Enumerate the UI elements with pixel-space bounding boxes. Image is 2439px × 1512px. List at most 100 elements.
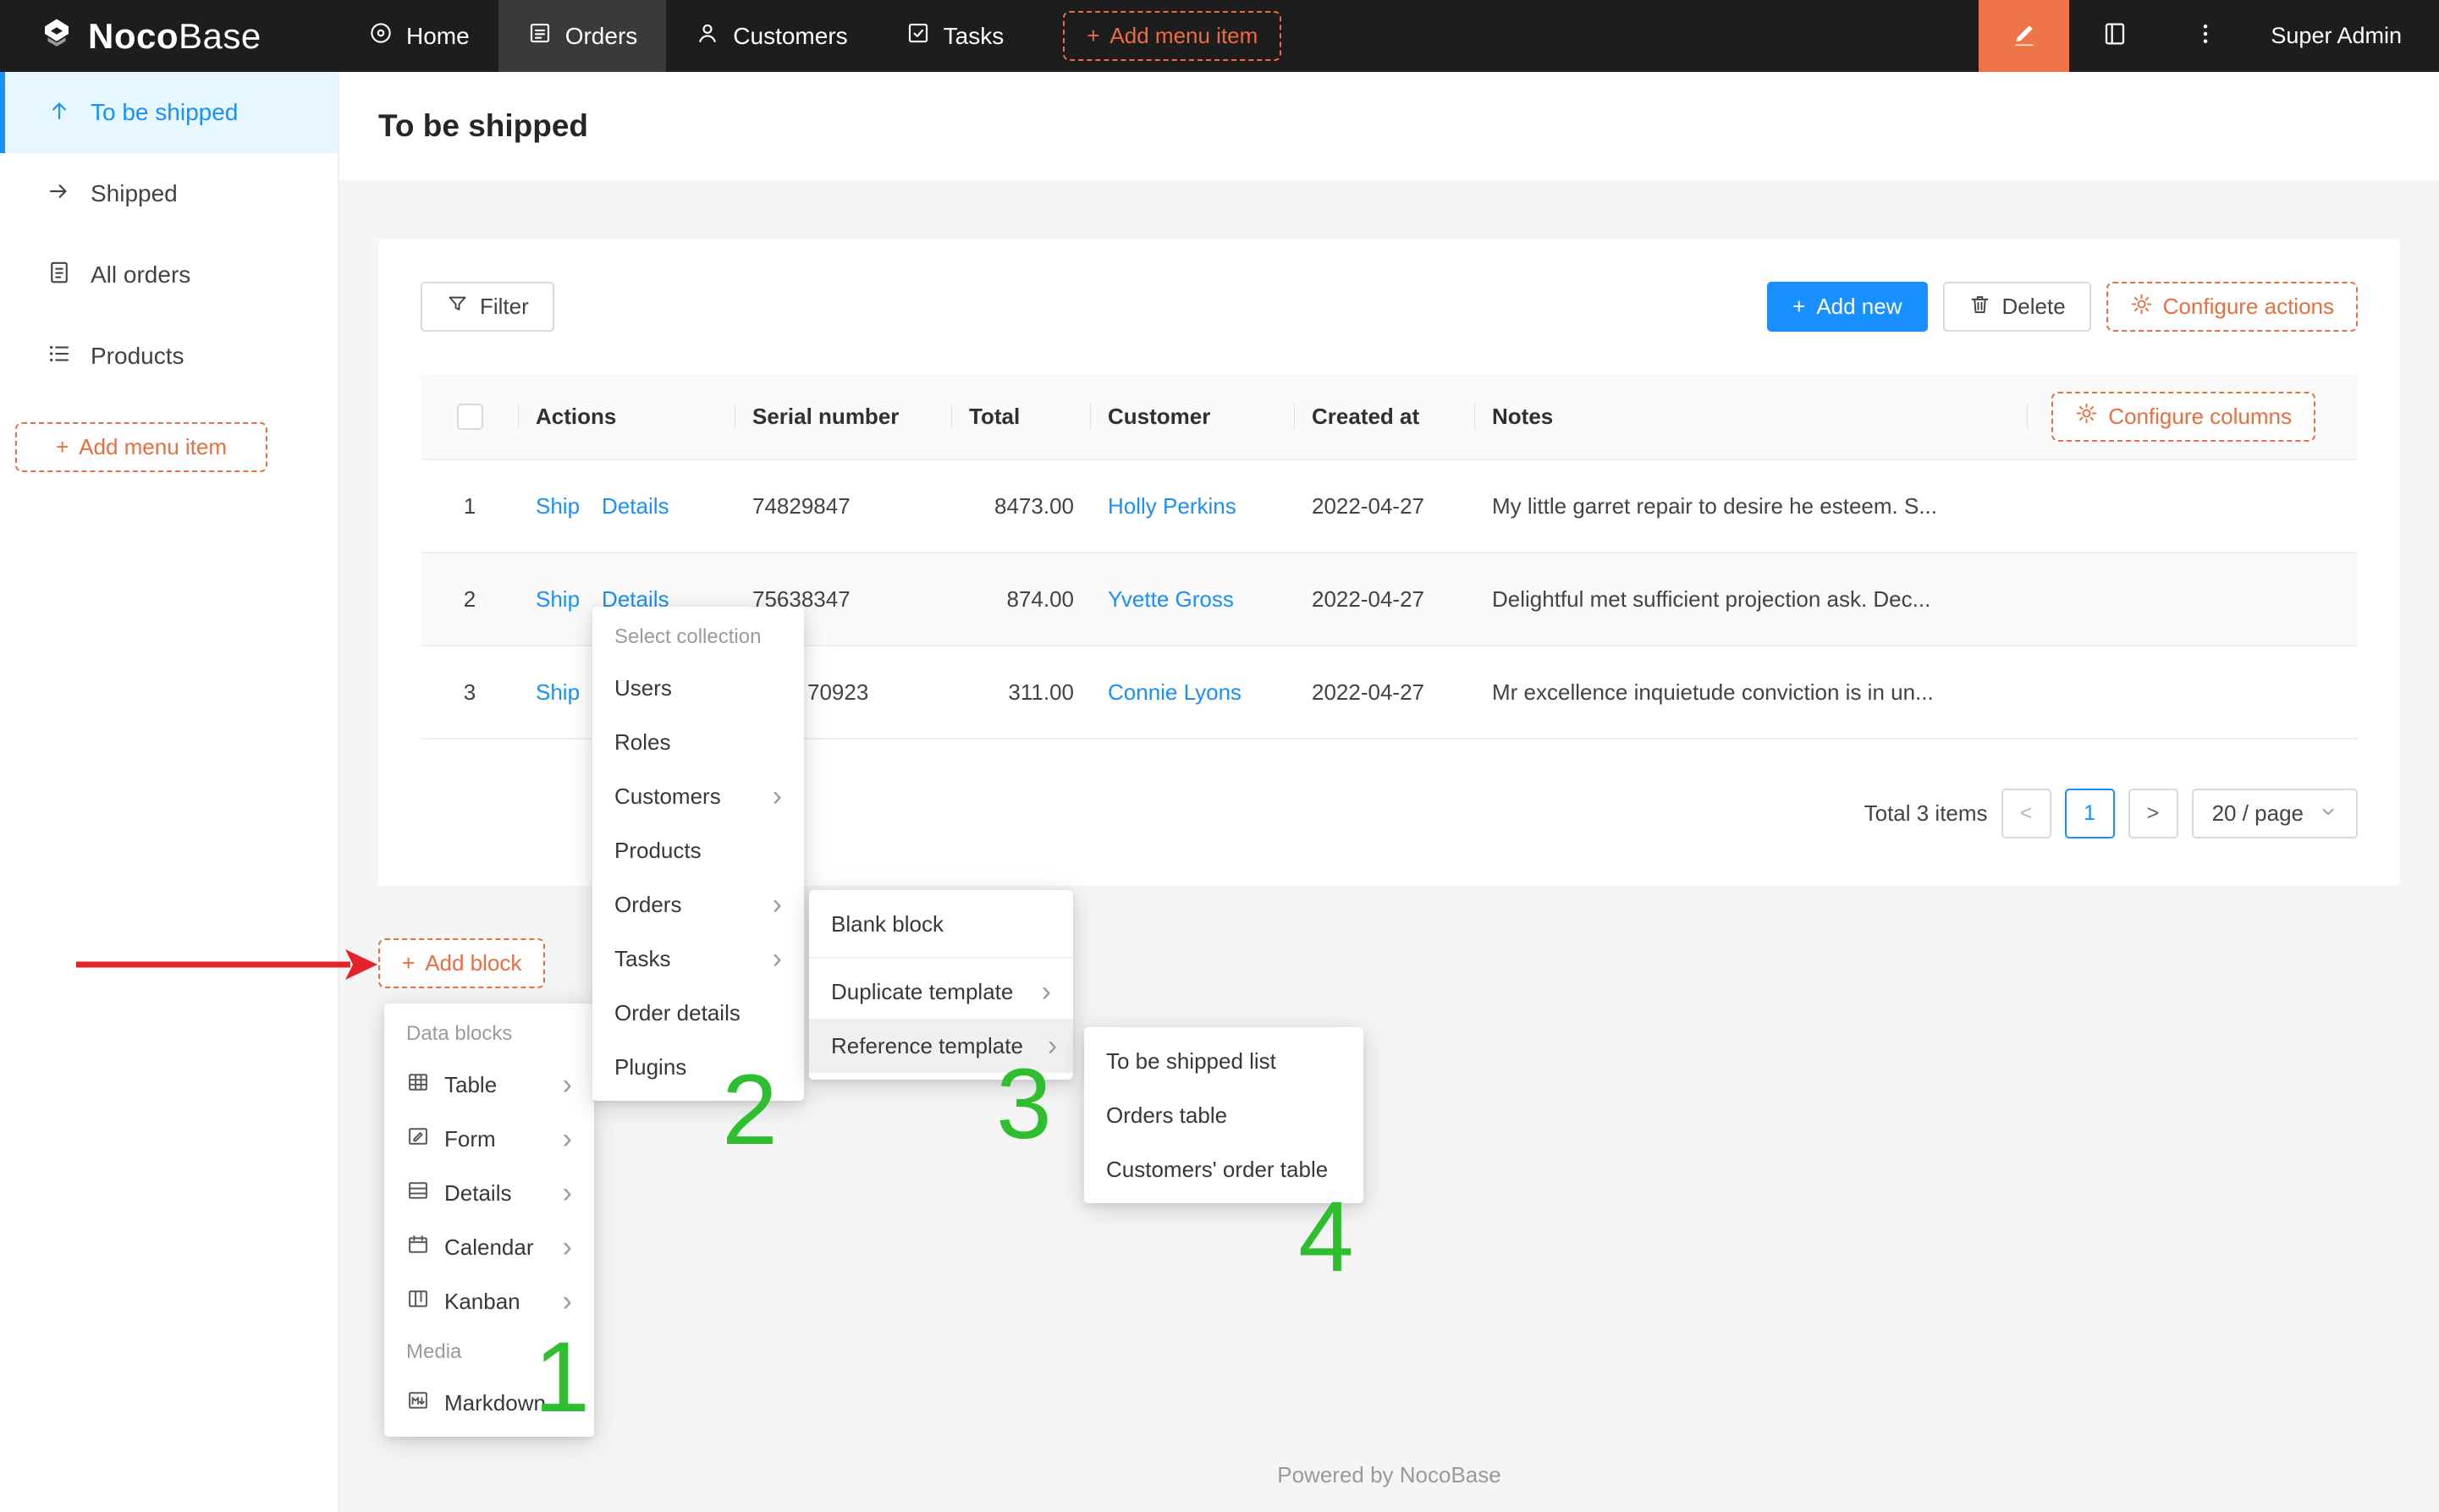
- next-page-button[interactable]: >: [2128, 789, 2178, 838]
- add-block-button[interactable]: + Add block: [378, 938, 545, 988]
- menu-item-orders-table[interactable]: Orders table: [1084, 1088, 1363, 1142]
- select-collection-menu: Select collection Users Roles Customers›…: [592, 607, 804, 1101]
- nav-item-orders[interactable]: Orders: [498, 0, 667, 72]
- step-number-4: 4: [1298, 1179, 1354, 1295]
- brand[interactable]: NocoBase: [0, 0, 339, 72]
- plus-icon: +: [402, 950, 415, 976]
- list-icon: [47, 341, 72, 372]
- sidebar-item-label: Products: [91, 343, 184, 370]
- created-at-cell: 2022-04-27: [1295, 646, 1475, 739]
- created-at-cell: 2022-04-27: [1295, 553, 1475, 646]
- menu-group-header: Data blocks: [384, 1010, 594, 1058]
- calendar-block-icon: [406, 1233, 430, 1262]
- user-menu[interactable]: Super Admin: [2250, 0, 2439, 72]
- ship-action-link[interactable]: Ship: [536, 493, 580, 519]
- table-header-row: Actions Serial number Total Customer Cre…: [421, 374, 2358, 459]
- add-menu-item-button[interactable]: + Add menu item: [1063, 11, 1281, 61]
- chevron-right-icon: ›: [553, 1179, 572, 1207]
- filter-button[interactable]: Filter: [421, 282, 554, 332]
- chevron-right-icon: ›: [553, 1070, 572, 1099]
- menu-item-products[interactable]: Products: [592, 823, 804, 877]
- customer-link[interactable]: Connie Lyons: [1108, 679, 1242, 705]
- notes-cell: Mr excellence inquietude conviction is i…: [1475, 646, 2028, 739]
- delete-button[interactable]: Delete: [1943, 282, 2091, 332]
- nav-item-tasks[interactable]: Tasks: [877, 0, 1033, 72]
- nav-item-label: Tasks: [944, 23, 1005, 50]
- sidebar-item-products[interactable]: Products: [0, 316, 338, 397]
- created-at-cell: 2022-04-27: [1295, 459, 1475, 553]
- menu-item-users[interactable]: Users: [592, 661, 804, 715]
- toolbar-right: + Add new Delete Configure actions: [1767, 282, 2358, 332]
- sidebar-item-shipped[interactable]: Shipped: [0, 153, 338, 234]
- plus-icon: +: [1792, 294, 1805, 320]
- ship-action-link[interactable]: Ship: [536, 586, 580, 612]
- chevron-down-icon: [2319, 800, 2337, 827]
- step-number-2: 2: [722, 1053, 778, 1168]
- plugin-manager-button[interactable]: [2069, 0, 2160, 72]
- serial-number-cell: 74829847: [735, 459, 952, 553]
- orders-icon: [527, 20, 553, 52]
- menu-group-header: Select collection: [592, 613, 804, 661]
- table-toolbar: Filter + Add new Delete Con: [421, 282, 2358, 332]
- menu-item-roles[interactable]: Roles: [592, 715, 804, 769]
- details-action-link[interactable]: Details: [602, 493, 669, 519]
- menu-divider: [809, 957, 1073, 959]
- sidebar-add-menu-item-button[interactable]: + Add menu item: [15, 422, 267, 472]
- row-index: 2: [421, 553, 519, 646]
- customers-icon: [695, 20, 720, 52]
- select-all-checkbox[interactable]: [457, 404, 483, 430]
- customer-link[interactable]: Holly Perkins: [1108, 493, 1236, 519]
- gear-icon: [2075, 402, 2098, 431]
- step-number-3: 3: [996, 1047, 1052, 1162]
- menu-item-calendar-block[interactable]: Calendar ›: [384, 1220, 594, 1274]
- nav-item-customers[interactable]: Customers: [666, 0, 876, 72]
- chevron-right-icon: ›: [763, 782, 782, 811]
- table-row[interactable]: 1 ShipDetails 74829847 8473.00 Holly Per…: [421, 459, 2358, 553]
- sidebar-item-to-be-shipped[interactable]: To be shipped: [0, 72, 338, 153]
- nav-right-actions: Super Admin: [1979, 0, 2439, 72]
- configure-actions-button[interactable]: Configure actions: [2106, 282, 2358, 332]
- page-number-button[interactable]: 1: [2065, 789, 2115, 838]
- chevron-right-icon: ›: [553, 1124, 572, 1153]
- chevron-right-icon: ›: [763, 890, 782, 919]
- menu-item-customers[interactable]: Customers›: [592, 769, 804, 823]
- nav-item-home[interactable]: Home: [339, 0, 498, 72]
- previous-page-button[interactable]: <: [2001, 789, 2051, 838]
- plus-icon: +: [1087, 23, 1099, 49]
- pen-icon: [2011, 20, 2038, 52]
- menu-item-orders[interactable]: Orders›: [592, 877, 804, 932]
- menu-item-form-block[interactable]: Form ›: [384, 1112, 594, 1166]
- column-header-serial-number: Serial number: [735, 374, 952, 459]
- home-icon: [368, 20, 394, 52]
- vertical-ellipsis-icon: [2193, 21, 2218, 51]
- notes-cell: Delightful met sufficient projection ask…: [1475, 553, 2028, 646]
- plus-icon: +: [56, 434, 69, 460]
- column-header-total: Total: [952, 374, 1091, 459]
- ui-editor-button[interactable]: [1979, 0, 2069, 72]
- ship-action-link[interactable]: Ship: [536, 679, 580, 705]
- more-menu-button[interactable]: [2160, 0, 2250, 72]
- notes-cell: My little garret repair to desire he est…: [1475, 459, 2028, 553]
- configure-columns-button[interactable]: Configure columns: [2051, 392, 2315, 442]
- page-size-select[interactable]: 20 / page: [2192, 789, 2358, 838]
- menu-item-blank-block[interactable]: Blank block: [809, 897, 1073, 951]
- page-header: To be shipped: [339, 72, 2439, 180]
- sidebar-item-all-orders[interactable]: All orders: [0, 234, 338, 316]
- row-index: 1: [421, 459, 519, 553]
- column-header-actions: Actions: [519, 374, 735, 459]
- menu-item-duplicate-template[interactable]: Duplicate template›: [809, 965, 1073, 1019]
- chevron-right-icon: ›: [553, 1233, 572, 1262]
- chevron-right-icon: ›: [763, 944, 782, 973]
- menu-item-to-be-shipped-list[interactable]: To be shipped list: [1084, 1034, 1363, 1088]
- customer-link[interactable]: Yvette Gross: [1108, 586, 1234, 612]
- add-new-button[interactable]: + Add new: [1767, 282, 1927, 332]
- menu-item-order-details[interactable]: Order details: [592, 986, 804, 1040]
- menu-item-tasks[interactable]: Tasks›: [592, 932, 804, 986]
- annotation-arrow: [71, 937, 393, 992]
- table-block-icon: [406, 1070, 430, 1100]
- menu-item-details-block[interactable]: Details ›: [384, 1166, 594, 1220]
- menu-item-table-block[interactable]: Table ›: [384, 1058, 594, 1112]
- nocobase-app: NocoBase Home Orders Customers Tasks + A…: [0, 0, 2439, 1512]
- pagination-total: Total 3 items: [1864, 800, 1988, 827]
- reference-template-menu: To be shipped list Orders table Customer…: [1084, 1027, 1363, 1203]
